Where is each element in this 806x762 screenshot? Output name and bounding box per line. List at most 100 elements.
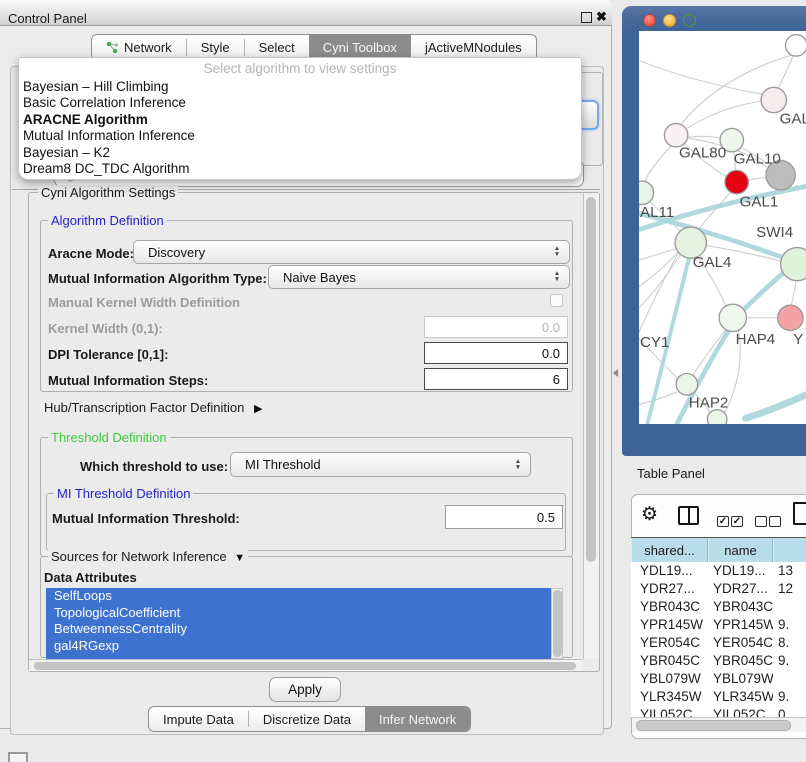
network-node-gal11[interactable]	[639, 181, 654, 204]
algorithm-option[interactable]: ARACNE Algorithm	[23, 112, 577, 128]
minimized-panel-icon[interactable]	[8, 752, 28, 762]
algorithm-option[interactable]: Basic Correlation Inference	[23, 95, 577, 111]
table-panel-title: Table Panel	[637, 466, 705, 481]
mi-threshold-field[interactable]: 0.5	[445, 505, 563, 529]
deselect-all-checkbox-icon[interactable]	[755, 516, 767, 527]
network-node-gal[interactable]	[761, 87, 786, 112]
network-node-hap4[interactable]	[719, 304, 746, 331]
algorithm-dropdown-popup: Select algorithm to view settings Bayesi…	[18, 57, 582, 180]
check-glyph: ✓	[719, 516, 727, 527]
tab-infer-network[interactable]: Infer Network	[365, 707, 470, 731]
window-minimize-traffic-icon[interactable]	[663, 14, 676, 27]
network-node-hap2[interactable]	[676, 374, 697, 395]
combo-spinner-icon: ▲▼	[550, 271, 564, 283]
manual-kernel-width-checkbox[interactable]	[550, 294, 563, 307]
network-node-label: HAP4	[736, 331, 776, 348]
table-row[interactable]: YBR045CYBR045C9.	[631, 652, 806, 670]
hub-definition-section[interactable]: Hub/Transcription Factor Definition ▶	[44, 400, 262, 415]
network-canvas[interactable]: GALGAL80GAL10GAL1GAL11SWI4GAL4GCY1HAP4YH…	[639, 31, 806, 424]
table-cell: YER054C	[708, 634, 773, 652]
select-all-checkbox-icon[interactable]: ✓	[717, 516, 729, 527]
control-panel-titlebar[interactable]	[0, 0, 612, 26]
settings-vertical-scroll-thumb[interactable]	[586, 197, 596, 562]
mi-algorithm-type-combo[interactable]: Naive Bayes ▲▼	[268, 265, 570, 289]
network-node-label: Y	[793, 331, 803, 348]
tab-label: Network	[124, 40, 172, 55]
data-attributes-list: SelfLoopsTopologicalCoefficientBetweenne…	[46, 588, 551, 659]
table-row[interactable]: YBL079WYBL079W	[631, 670, 806, 688]
network-node-gal80[interactable]	[664, 123, 687, 146]
algorithm-option[interactable]: Dream8 DC_TDC Algorithm	[23, 161, 577, 177]
data-attribute-item[interactable]: TopologicalCoefficient	[46, 605, 551, 622]
algorithm-option[interactable]: Bayesian – Hill Climbing	[23, 79, 577, 95]
column-header-shared...[interactable]: shared...	[631, 538, 708, 563]
tab-discretize-data[interactable]: Discretize Data	[249, 707, 365, 731]
combo-spinner-icon: ▲▼	[550, 246, 564, 258]
table-cell: YPR145W	[631, 616, 708, 634]
network-edge	[688, 136, 720, 138]
table-cell: 8.	[773, 634, 806, 652]
sources-title-row[interactable]: Sources for Network Inference ▼	[48, 549, 248, 564]
data-attribute-item[interactable]: SelfLoops	[46, 588, 551, 605]
table-row[interactable]: YBR043CYBR043C	[631, 598, 806, 616]
network-edge	[639, 255, 680, 316]
dpi-tolerance-field[interactable]: 0.0	[424, 342, 568, 364]
network-node-y[interactable]	[778, 305, 803, 330]
panel-resize-handle[interactable]	[613, 369, 618, 377]
window-zoom-traffic-icon[interactable]	[683, 14, 696, 27]
float-window-icon[interactable]	[581, 12, 592, 23]
data-attribute-item[interactable]: BetweennessCentrality	[46, 621, 551, 638]
aracne-mode-combo[interactable]: Discovery ▲▼	[133, 240, 570, 264]
table-row[interactable]: YIL052CYIL052C0	[631, 706, 806, 717]
aracne-mode-label: Aracne Mode:	[48, 246, 134, 261]
window-close-traffic-icon[interactable]	[643, 14, 656, 27]
tab-label: Infer Network	[379, 712, 456, 727]
network-node[interactable]	[785, 35, 806, 56]
table-cell: YER054C	[631, 634, 708, 652]
column-header-hidden[interactable]	[773, 538, 806, 563]
network-node-label: GCY1	[639, 334, 669, 351]
dpi-tolerance-label: DPI Tolerance [0,1]:	[48, 347, 168, 362]
document-icon[interactable]	[793, 502, 806, 525]
network-node-label: GAL80	[679, 145, 726, 162]
table-header-row: shared...name	[631, 537, 806, 564]
select-all-checkbox-icon[interactable]: ✓	[731, 516, 743, 527]
algorithm-option[interactable]: Mutual Information Inference	[23, 128, 577, 144]
kernel-width-field[interactable]: 0.0	[424, 316, 568, 338]
mi-steps-label: Mutual Information Steps:	[48, 373, 208, 388]
table-row[interactable]: YPR145WYPR145W9.	[631, 616, 806, 634]
table-cell: 9.	[773, 652, 806, 670]
tab-label: Discretize Data	[263, 712, 351, 727]
table-horizontal-scroll-thumb[interactable]	[636, 720, 791, 731]
combo-spinner-icon: ▲▼	[511, 459, 525, 471]
algorithm-definition-title: Algorithm Definition	[48, 213, 167, 228]
network-node-gal1[interactable]	[725, 170, 748, 193]
table-cell: YDR27...	[631, 580, 708, 598]
network-node[interactable]	[707, 410, 727, 424]
table-cell: YLR345W	[631, 688, 708, 706]
gear-icon[interactable]: ⚙	[641, 503, 658, 526]
mi-steps-field[interactable]: 6	[424, 368, 568, 390]
network-edge	[640, 61, 768, 95]
data-attribute-item[interactable]: gal4RGexp	[46, 638, 551, 655]
table-cell: YBR045C	[631, 652, 708, 670]
cyni-algorithm-settings-title: Cyni Algorithm Settings	[38, 185, 178, 200]
deselect-all-checkbox-icon[interactable]	[769, 516, 781, 527]
attributes-list-scroll-thumb[interactable]	[553, 590, 562, 657]
table-row[interactable]: YER054CYER054C8.	[631, 634, 806, 652]
apply-button[interactable]: Apply	[269, 677, 341, 702]
algorithm-option[interactable]: Bayesian – K2	[23, 145, 577, 161]
table-row[interactable]: YDL19...YDL19...13	[631, 562, 806, 580]
settings-horizontal-scroll-thumb[interactable]	[34, 662, 576, 670]
which-threshold-combo[interactable]: MI Threshold ▲▼	[230, 452, 531, 477]
close-icon[interactable]: ✖	[596, 9, 607, 25]
table-cell	[773, 598, 806, 616]
network-node-swi4[interactable]	[781, 248, 806, 281]
table-row[interactable]: YLR345WYLR345W9.	[631, 688, 806, 706]
table-row[interactable]: YDR27...YDR27...12	[631, 580, 806, 598]
column-header-name[interactable]: name	[708, 538, 773, 563]
table-cell: 9.	[773, 616, 806, 634]
algorithm-dropdown-placeholder: Select algorithm to view settings	[19, 61, 581, 76]
tab-impute-data[interactable]: Impute Data	[149, 707, 248, 731]
table-cell: YBL079W	[631, 670, 708, 688]
